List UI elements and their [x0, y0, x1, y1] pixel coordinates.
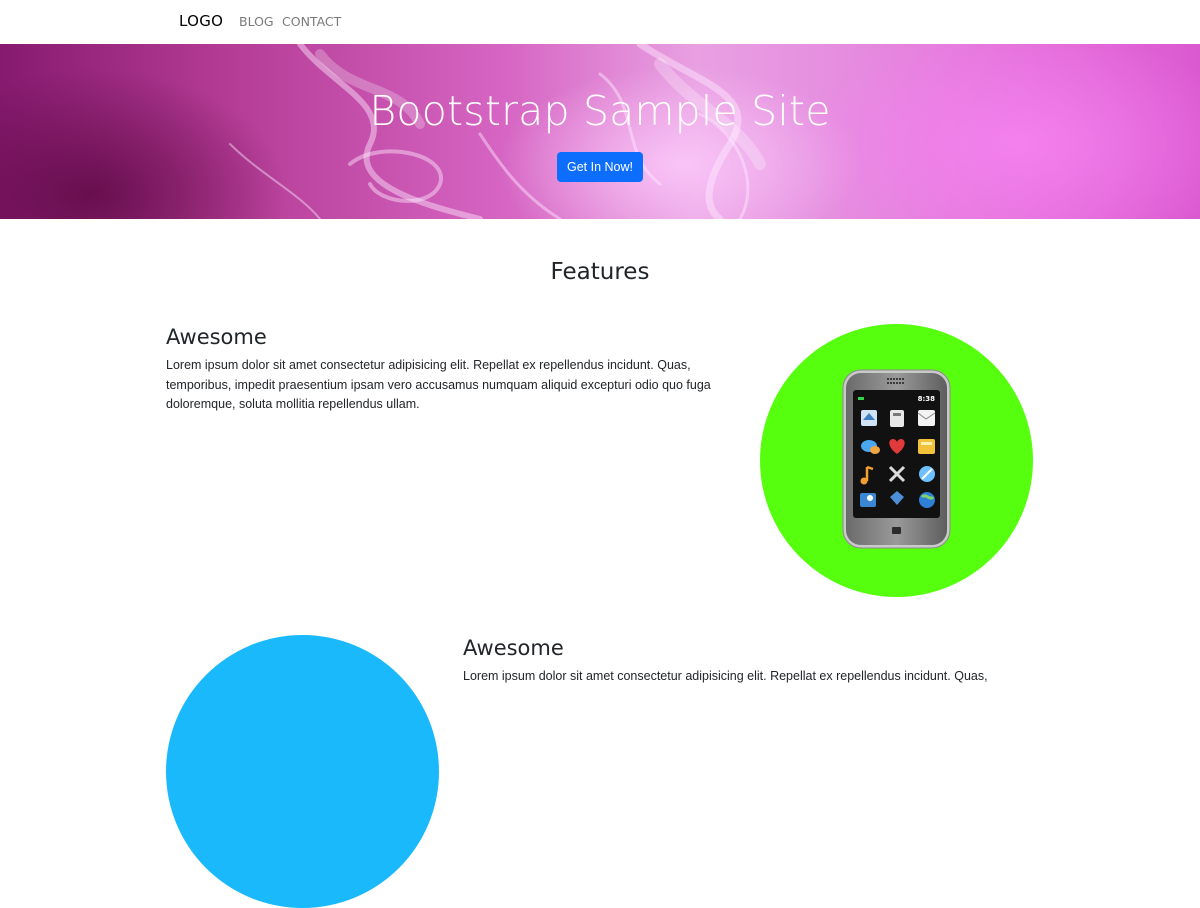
nav-link-blog[interactable]: BLOG [239, 14, 274, 29]
hero-title: Bootstrap Sample Site [369, 87, 831, 135]
brand-logo[interactable]: LOGO [179, 12, 223, 30]
navbar: LOGO BLOG CONTACT [0, 0, 1200, 44]
features-title: Features [550, 259, 650, 285]
feature-heading-2: Awesome [463, 636, 564, 660]
get-in-now-button[interactable]: Get In Now! [557, 152, 643, 182]
smartphone-icon: 8:38 [842, 369, 951, 549]
feature-text-2: Lorem ipsum dolor sit amet consectetur a… [463, 669, 988, 683]
nav-link-contact[interactable]: CONTACT [282, 14, 341, 29]
phone-time: 8:38 [918, 395, 936, 403]
feature-circle-blue [166, 635, 439, 908]
feature-text-1: Lorem ipsum dolor sit amet consectetur a… [166, 358, 711, 411]
hero-banner: Bootstrap Sample Site Get In Now! [0, 44, 1200, 219]
feature-heading-1: Awesome [166, 325, 267, 349]
